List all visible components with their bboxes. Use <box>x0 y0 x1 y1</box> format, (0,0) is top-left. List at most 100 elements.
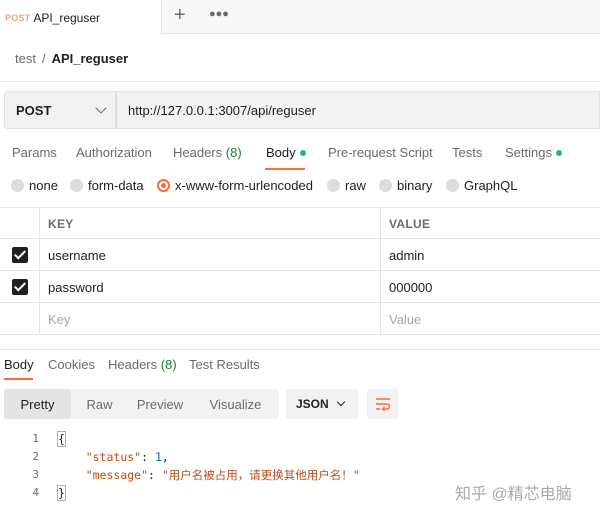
table-header-row: KEY VALUE <box>0 207 600 240</box>
request-tabs: Params Authorization Headers (8) Body Pr… <box>0 140 600 170</box>
mode-graphql[interactable]: GraphQL <box>446 178 517 193</box>
breadcrumb: test / API_reguser <box>15 51 128 66</box>
view-preview-button[interactable]: Preview <box>128 389 192 419</box>
mode-none-label: none <box>29 178 58 193</box>
params-table: KEY VALUE username admin password 000000… <box>0 207 600 335</box>
mode-form-data[interactable]: form-data <box>70 178 144 193</box>
mode-form-data-label: form-data <box>88 178 144 193</box>
line-number: 2 <box>32 450 39 463</box>
mode-binary[interactable]: binary <box>379 178 432 193</box>
tab-settings-label: Settings <box>505 145 552 160</box>
header-divider <box>0 81 600 82</box>
mode-none[interactable]: none <box>11 178 58 193</box>
line-number: 4 <box>32 486 39 499</box>
radio-icon <box>11 179 24 192</box>
table-row-new: Key Value <box>0 303 600 335</box>
mode-graphql-label: GraphQL <box>464 178 518 193</box>
tab-body[interactable]: Body <box>266 145 306 160</box>
view-pretty-button[interactable]: Pretty <box>4 389 71 419</box>
resp-tab-headers[interactable]: Headers (8) <box>108 357 177 372</box>
table-row: password 000000 <box>0 271 600 303</box>
close-brace: } <box>57 485 66 501</box>
checkbox-checked[interactable] <box>11 279 28 295</box>
new-key-input[interactable]: Key <box>40 303 381 335</box>
header-check-cell <box>0 208 40 240</box>
mode-raw-label: raw <box>345 178 366 193</box>
tab-headers[interactable]: Headers (8) <box>173 145 242 160</box>
mode-binary-label: binary <box>397 178 433 193</box>
resp-tab-headers-label: Headers <box>108 357 158 372</box>
param-key-cell[interactable]: password <box>40 271 381 303</box>
tab-headers-label: Headers <box>173 145 223 160</box>
settings-indicator-dot <box>555 149 562 156</box>
radio-selected-icon <box>157 179 170 192</box>
resp-tab-body[interactable]: Body <box>4 357 34 372</box>
radio-icon <box>70 179 83 192</box>
resp-tab-test-results[interactable]: Test Results <box>189 357 260 372</box>
view-mode-segmented: Pretty Raw Preview Visualize <box>4 389 279 419</box>
code-line: 1 { <box>0 430 600 448</box>
body-indicator-dot <box>299 149 306 156</box>
new-value-input[interactable]: Value <box>381 303 600 335</box>
json-key-message: "message" <box>85 468 149 482</box>
url-input[interactable]: http://127.0.0.1:3007/api/reguser <box>116 91 600 129</box>
plus-icon[interactable]: + <box>174 5 186 25</box>
mode-urlencoded[interactable]: x-www-form-urlencoded <box>157 178 313 193</box>
line-number: 1 <box>32 432 39 445</box>
tab-authorization[interactable]: Authorization <box>76 145 152 160</box>
view-raw-button[interactable]: Raw <box>71 389 128 419</box>
header-value: VALUE <box>389 217 431 231</box>
table-row: username admin <box>0 239 600 271</box>
active-tab-underline <box>265 168 305 170</box>
resp-tab-cookies[interactable]: Cookies <box>48 357 95 372</box>
param-key-cell[interactable]: username <box>40 239 381 271</box>
tab-api-reguser[interactable]: POST API_reguser <box>0 0 162 35</box>
breadcrumb-separator: / <box>41 51 46 66</box>
json-value-status: 1 <box>154 450 162 464</box>
response-divider <box>0 349 600 350</box>
tab-pre-request-script[interactable]: Pre-request Script <box>328 145 433 160</box>
param-value-cell[interactable]: 000000 <box>381 271 600 303</box>
checkbox-checked[interactable] <box>11 247 28 263</box>
row-check-cell <box>0 239 40 271</box>
watermark: 知乎 @精芯电脑 <box>455 486 572 503</box>
body-mode-options: none form-data x-www-form-urlencoded raw… <box>0 178 600 198</box>
chevron-down-icon <box>95 102 107 114</box>
breadcrumb-current[interactable]: API_reguser <box>52 51 129 66</box>
mode-raw[interactable]: raw <box>327 178 366 193</box>
radio-icon <box>327 179 340 192</box>
open-brace: { <box>57 431 66 447</box>
tab-params[interactable]: Params <box>12 145 57 160</box>
code-line-text: } <box>57 484 66 502</box>
method-label: POST <box>16 102 52 118</box>
mode-urlencoded-label: x-www-form-urlencoded <box>175 178 313 193</box>
code-line-text: "status": 1, <box>85 450 169 464</box>
code-line: 2 "status": 1, <box>0 448 600 466</box>
code-line-text: "message": "用户名被占用，请更换其他用户名！" <box>85 468 360 482</box>
row-check-cell <box>0 271 40 303</box>
method-select[interactable]: POST <box>4 91 116 129</box>
view-visualize-button[interactable]: Visualize <box>192 389 279 419</box>
response-tab-underline <box>4 378 33 380</box>
tab-settings[interactable]: Settings <box>505 145 562 160</box>
tab-tests[interactable]: Tests <box>452 145 482 160</box>
resp-tab-headers-count: (8) <box>160 357 177 372</box>
format-select[interactable]: JSON <box>286 389 358 419</box>
more-icon[interactable]: ●●● <box>209 8 229 20</box>
radio-icon <box>446 179 459 192</box>
row-check-cell-empty <box>0 303 40 335</box>
wrap-lines-icon <box>375 398 390 411</box>
wrap-lines-button[interactable] <box>367 389 398 419</box>
code-line-text: { <box>57 430 66 448</box>
json-key-status: "status" <box>85 450 142 464</box>
breadcrumb-parent[interactable]: test <box>15 51 36 66</box>
tab-method-label: POST <box>5 12 31 23</box>
json-value-message: "用户名被占用，请更换其他用户名！" <box>161 468 360 482</box>
tab-name-label: API_reguser <box>33 10 101 25</box>
response-tabs: Body Cookies Headers (8) Test Results <box>0 357 600 381</box>
tab-bar: POST API_reguser + ●●● <box>0 0 600 35</box>
line-number: 3 <box>32 468 39 481</box>
tab-body-label: Body <box>266 145 296 160</box>
param-value-cell[interactable]: admin <box>381 239 600 271</box>
header-key: KEY <box>40 208 381 240</box>
